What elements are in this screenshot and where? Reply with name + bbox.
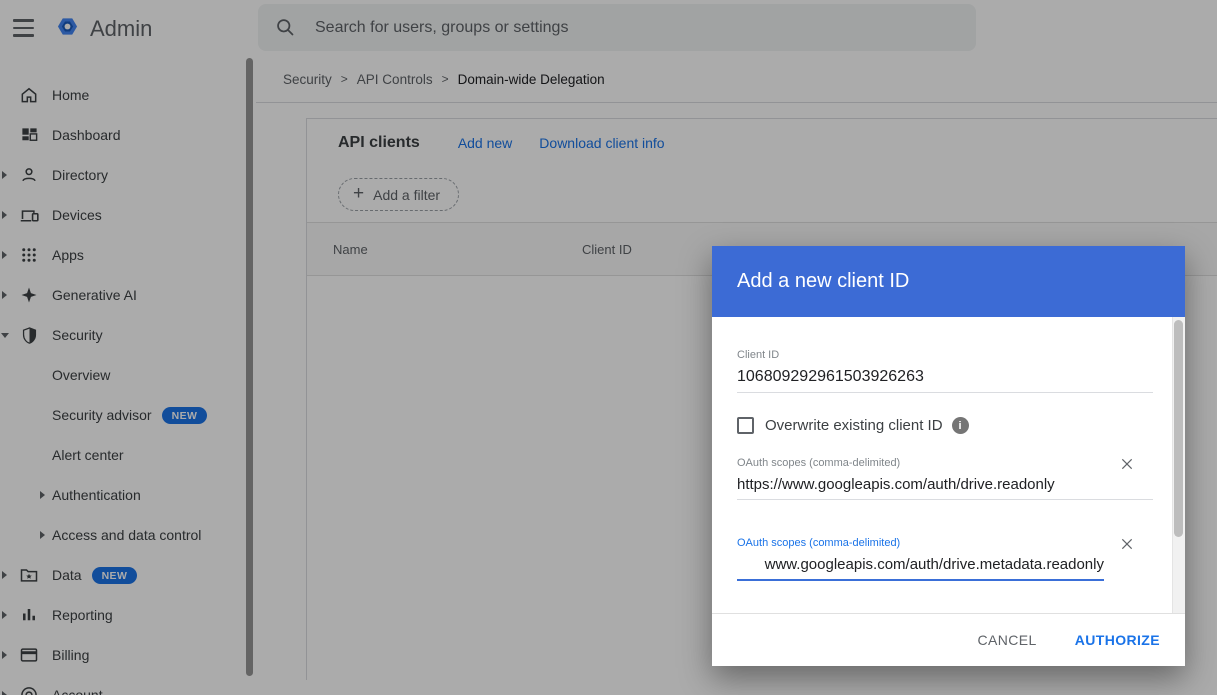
close-icon [1119,536,1135,552]
client-id-label: Client ID [737,349,1153,361]
oauth-scope-2-underline [737,579,1104,581]
dialog-header: Add a new client ID [712,246,1185,317]
dialog-title: Add a new client ID [737,270,909,293]
overwrite-label: Overwrite existing client ID [765,417,943,434]
add-client-id-dialog: Add a new client ID Client ID 1068092929… [712,246,1185,666]
oauth-scope-2-input[interactable]: www.googleapis.com/auth/drive.metadata.r… [737,556,1104,573]
oauth-scope-field-1: OAuth scopes (comma-delimited) https://w… [737,457,1153,500]
admin-console: Admin Search for users, groups or settin… [0,0,1217,695]
overwrite-checkbox-row[interactable]: Overwrite existing client ID i [737,417,969,434]
oauth-scope-1-label: OAuth scopes (comma-delimited) [737,457,1153,469]
close-icon [1119,456,1135,472]
remove-scope-2-button[interactable] [1116,533,1138,555]
client-id-field: Client ID 106809292961503926263 [737,349,1153,393]
client-id-underline [737,392,1153,393]
info-icon[interactable]: i [952,417,969,434]
dialog-scrollbar-thumb[interactable] [1174,320,1183,537]
oauth-scope-1-input[interactable]: https://www.googleapis.com/auth/drive.re… [737,476,1153,493]
dialog-body: Client ID 106809292961503926263 Overwrit… [712,317,1185,613]
cancel-button[interactable]: CANCEL [978,632,1037,648]
authorize-button[interactable]: AUTHORIZE [1075,632,1160,648]
dialog-scrollbar-track [1172,317,1185,613]
dialog-footer: CANCEL AUTHORIZE [712,613,1185,666]
oauth-scope-2-label: OAuth scopes (comma-delimited) [737,537,1104,549]
oauth-scope-1-underline [737,499,1153,500]
overwrite-checkbox[interactable] [737,417,754,434]
oauth-scope-field-2: OAuth scopes (comma-delimited) www.googl… [737,537,1104,581]
remove-scope-1-button[interactable] [1116,453,1138,475]
client-id-input[interactable]: 106809292961503926263 [737,368,1153,386]
